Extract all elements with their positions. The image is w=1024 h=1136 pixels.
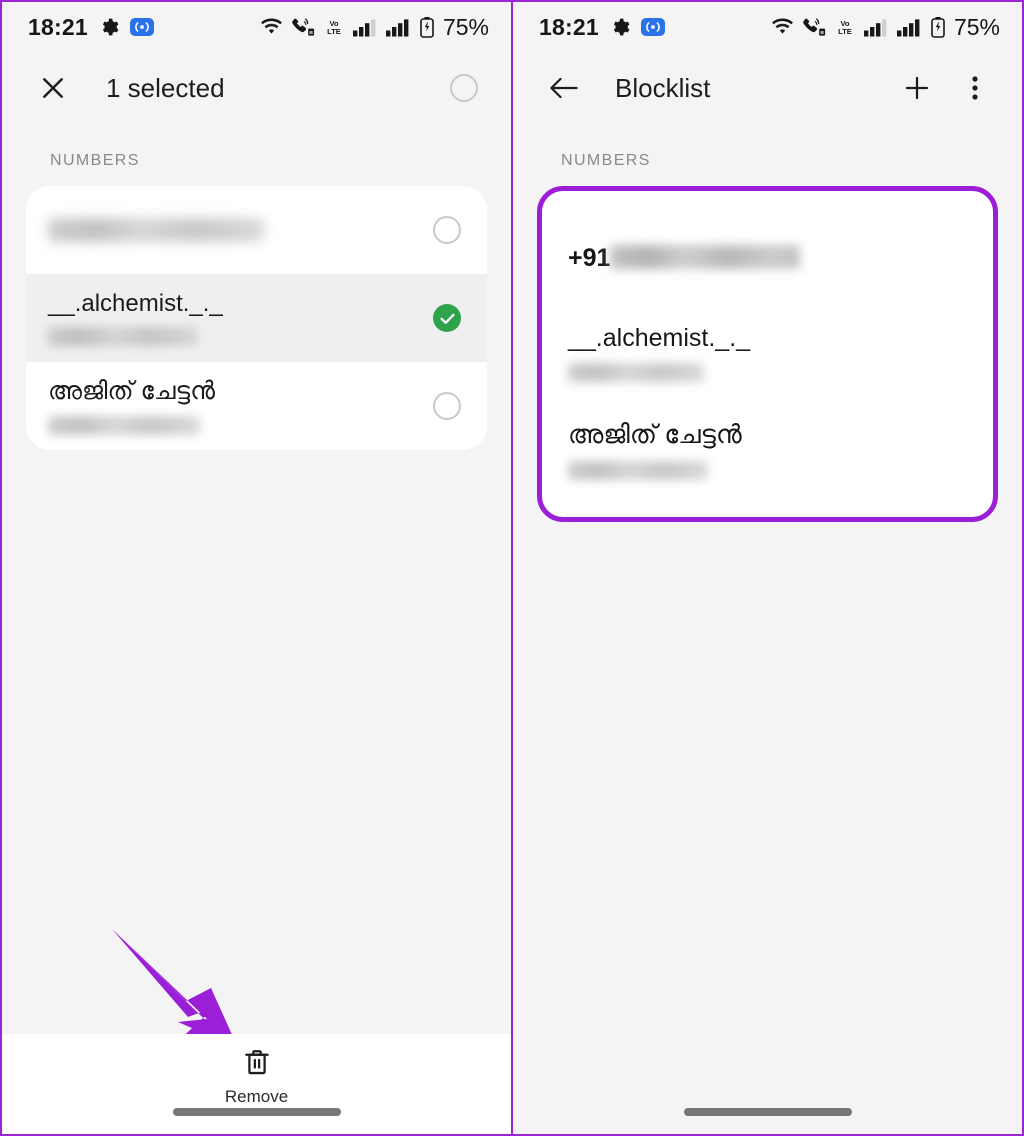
numbers-card: __.alchemist._._ അജിത് ചേട്ടൻ xyxy=(26,186,487,450)
section-label-numbers: NUMBERS xyxy=(561,152,651,169)
gesture-nav-bar[interactable] xyxy=(513,1090,1022,1134)
signal-bars-sim1-icon xyxy=(863,17,890,37)
blocklist-app-bar: Blocklist xyxy=(513,52,1022,124)
battery-icon xyxy=(419,16,435,38)
battery-percentage: 75% xyxy=(953,13,1000,40)
row-checkbox[interactable] xyxy=(433,216,461,244)
left-phone-screenshot: 18:21 B Vo LTE 75% 1 selected NUMBERS __… xyxy=(0,0,512,1136)
list-item[interactable]: +91 xyxy=(542,191,993,307)
clock: 18:21 xyxy=(539,13,599,40)
wifi-icon xyxy=(770,17,795,37)
redacted-subtitle xyxy=(48,327,198,347)
select-all-circle-shape xyxy=(450,74,478,102)
contact-name: __.alchemist._._ xyxy=(48,289,223,317)
battery-percentage: 75% xyxy=(442,13,489,40)
gesture-nav-bar[interactable] xyxy=(2,1090,511,1134)
close-icon[interactable] xyxy=(30,65,76,111)
screenshot-root: 18:21 B Vo LTE 75% 1 selected NUMBERS __… xyxy=(0,0,1024,1136)
trash-icon[interactable] xyxy=(241,1046,273,1083)
signal-bars-sim2-icon xyxy=(385,17,412,37)
clock: 18:21 xyxy=(28,13,88,40)
blocked-contact-name: അജിത് ചേട്ടൻ xyxy=(568,418,742,449)
status-bar-left: 18:21 xyxy=(539,13,665,40)
list-item[interactable]: അജിത് ചേട്ടൻ xyxy=(542,399,993,517)
gesture-pill[interactable] xyxy=(172,1108,341,1116)
svg-text:LTE: LTE xyxy=(838,27,852,36)
volte-call-icon: B xyxy=(802,17,826,37)
svg-text:B: B xyxy=(820,30,824,36)
battery-icon xyxy=(930,16,946,38)
gear-icon xyxy=(99,17,119,37)
list-item-text xyxy=(48,218,433,242)
list-item-text: അജിത് ചേട്ടൻ xyxy=(48,377,433,435)
list-item[interactable]: __.alchemist._._ xyxy=(26,274,487,362)
list-item[interactable]: __.alchemist._._ xyxy=(542,307,993,399)
redacted-subtitle xyxy=(568,363,704,382)
status-bar: 18:21 B Vo LTE 75% xyxy=(513,2,1022,52)
redacted-phone-number xyxy=(48,218,264,242)
back-arrow-icon[interactable] xyxy=(541,65,587,111)
section-label-numbers: NUMBERS xyxy=(50,152,140,169)
status-bar-left: 18:21 xyxy=(28,13,154,40)
left-content: NUMBERS __.alchemist._._ അജിത് ചേട്ടൻ xyxy=(2,124,511,450)
list-item-text: __.alchemist._._ xyxy=(48,290,433,347)
blocklist-card-highlighted: +91 __.alchemist._._ അജിത് ചേട്ടൻ xyxy=(537,186,998,522)
volte-call-icon: B xyxy=(291,17,315,37)
hotspot-icon xyxy=(129,18,154,36)
svg-text:B: B xyxy=(309,30,313,36)
vo-lte-icon: Vo LTE xyxy=(833,17,857,37)
hotspot-icon xyxy=(640,18,665,36)
selection-count-title: 1 selected xyxy=(106,72,225,103)
status-bar-right: B Vo LTE 75% xyxy=(770,13,1000,40)
bottom-action-bar: Remove xyxy=(2,1034,511,1134)
more-vertical-icon[interactable] xyxy=(952,65,998,111)
right-phone-screenshot: 18:21 B Vo LTE 75% Blocklist NUMBERS +91… xyxy=(512,0,1024,1136)
list-item[interactable] xyxy=(26,186,487,274)
status-bar-right: B Vo LTE 75% xyxy=(259,13,489,40)
page-title: Blocklist xyxy=(615,72,711,103)
vo-lte-icon: Vo LTE xyxy=(322,17,346,37)
signal-bars-sim1-icon xyxy=(352,17,379,37)
blocked-contact-name: __.alchemist._._ xyxy=(568,324,751,352)
gear-icon xyxy=(610,17,630,37)
svg-text:LTE: LTE xyxy=(327,27,341,36)
blocked-number: +91 xyxy=(568,244,967,273)
right-content: NUMBERS +91 __.alchemist._._ അജിത് ചേട്ട… xyxy=(513,124,1022,522)
selection-app-bar: 1 selected xyxy=(2,52,511,124)
contact-name: അജിത് ചേട്ടൻ xyxy=(48,377,215,406)
gesture-pill[interactable] xyxy=(683,1108,852,1116)
signal-bars-sim2-icon xyxy=(896,17,923,37)
list-item[interactable]: അജിത് ചേട്ടൻ xyxy=(26,362,487,450)
redacted-subtitle xyxy=(48,415,200,435)
redacted-number-suffix xyxy=(610,244,801,269)
plus-icon[interactable] xyxy=(894,65,940,111)
row-checkbox[interactable] xyxy=(433,392,461,420)
redacted-subtitle xyxy=(568,460,708,480)
row-checkbox-checked[interactable] xyxy=(433,304,461,332)
select-all-circle[interactable] xyxy=(441,65,487,111)
wifi-icon xyxy=(259,17,284,37)
status-bar: 18:21 B Vo LTE 75% xyxy=(2,2,511,52)
